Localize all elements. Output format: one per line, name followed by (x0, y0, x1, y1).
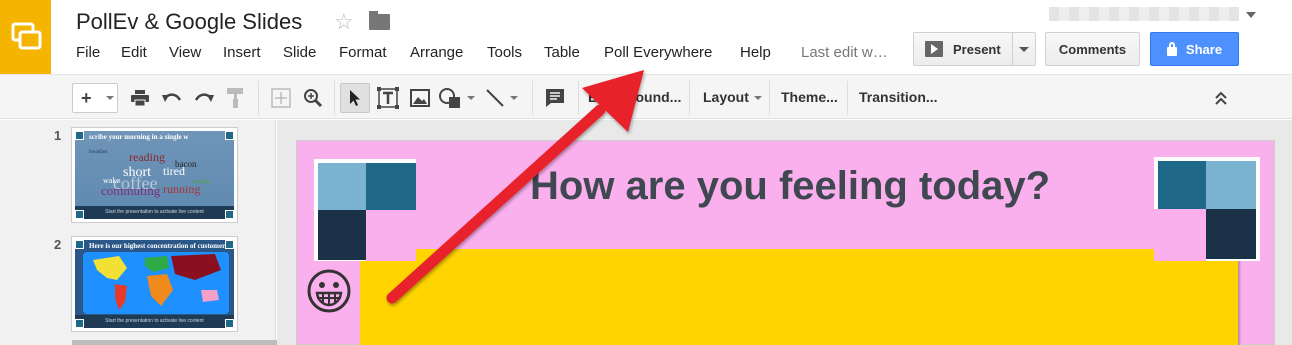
red-arrow-icon (386, 70, 644, 304)
